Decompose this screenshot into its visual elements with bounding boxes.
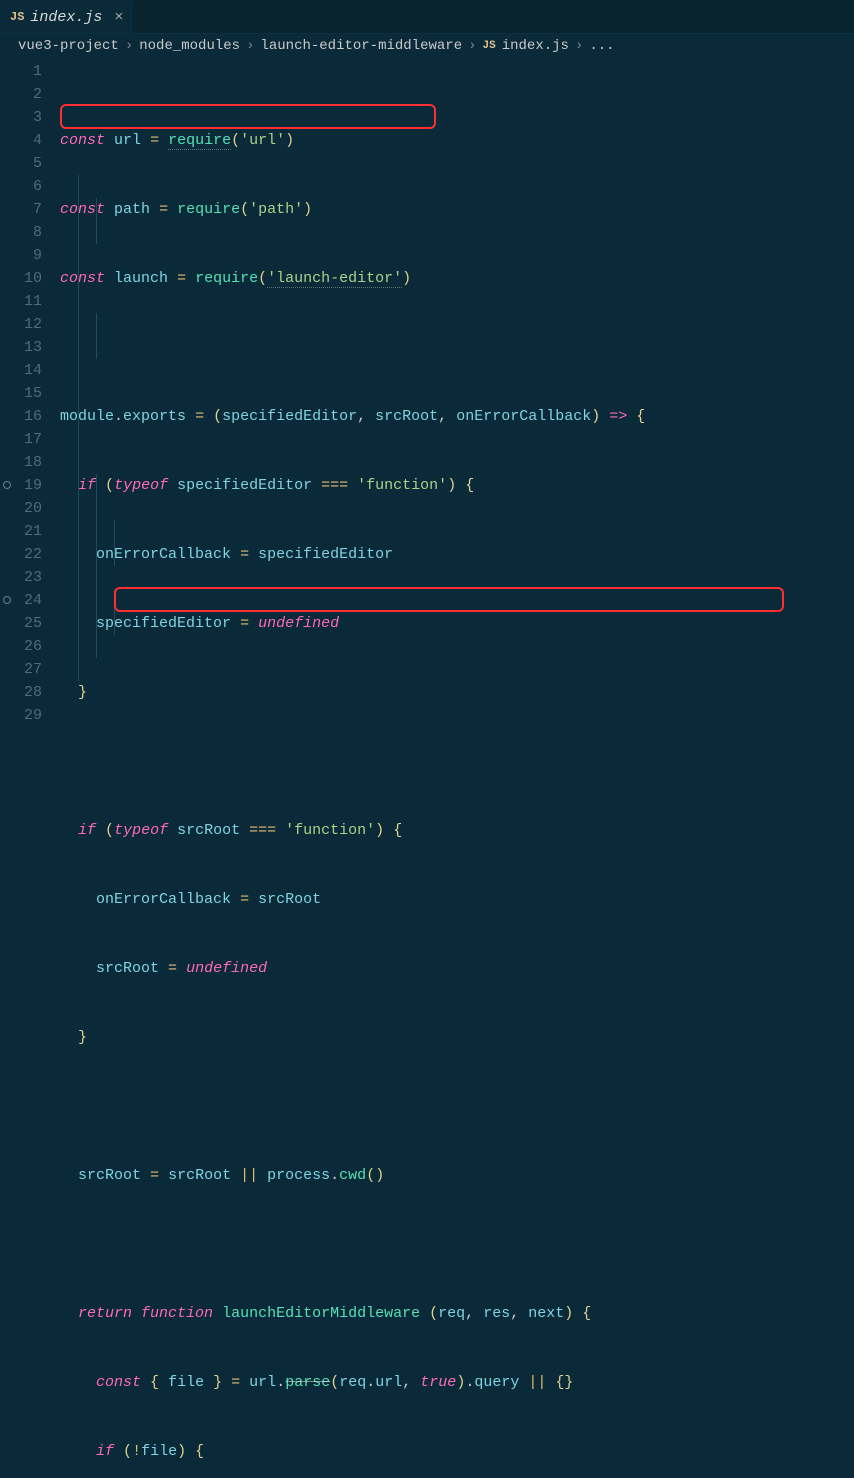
line-number: 26	[0, 635, 42, 658]
breadcrumb[interactable]: vue3-project › node_modules › launch-edi…	[0, 34, 854, 58]
line-number: 12	[0, 313, 42, 336]
highlight-box	[114, 587, 784, 612]
line-number: 17	[0, 428, 42, 451]
chevron-right-icon: ›	[575, 38, 583, 54]
js-file-icon: JS	[10, 10, 24, 24]
line-number: 28	[0, 681, 42, 704]
chevron-right-icon: ›	[246, 38, 254, 54]
breakpoint-icon[interactable]	[3, 596, 11, 604]
tab-filename: index.js	[30, 9, 102, 26]
line-number: 25	[0, 612, 42, 635]
js-file-icon: JS	[483, 40, 496, 52]
line-number: 19	[0, 474, 42, 497]
code-editor[interactable]: 1234567891011121314151617181920212223242…	[0, 58, 854, 1478]
line-number: 23	[0, 566, 42, 589]
line-number: 21	[0, 520, 42, 543]
line-number: 11	[0, 290, 42, 313]
line-number: 2	[0, 83, 42, 106]
line-number: 24	[0, 589, 42, 612]
tab-bar: JS index.js ×	[0, 0, 854, 34]
line-number: 3	[0, 106, 42, 129]
line-number: 22	[0, 543, 42, 566]
line-number: 10	[0, 267, 42, 290]
line-number: 27	[0, 658, 42, 681]
line-number: 7	[0, 198, 42, 221]
line-number: 4	[0, 129, 42, 152]
line-number: 5	[0, 152, 42, 175]
line-number: 9	[0, 244, 42, 267]
line-number: 16	[0, 405, 42, 428]
highlight-box	[60, 104, 436, 129]
line-number: 18	[0, 451, 42, 474]
breakpoint-icon[interactable]	[3, 481, 11, 489]
line-number: 14	[0, 359, 42, 382]
chevron-right-icon: ›	[125, 38, 133, 54]
close-icon[interactable]: ×	[114, 9, 123, 26]
breadcrumb-part[interactable]: node_modules	[139, 38, 240, 54]
line-number: 8	[0, 221, 42, 244]
line-number: 1	[0, 60, 42, 83]
line-number: 13	[0, 336, 42, 359]
breadcrumb-part[interactable]: launch-editor-middleware	[260, 38, 462, 54]
chevron-right-icon: ›	[468, 38, 476, 54]
line-number: 20	[0, 497, 42, 520]
line-number: 15	[0, 382, 42, 405]
code-area[interactable]: const url = require('url') const path = …	[60, 60, 854, 1478]
line-number-gutter: 1234567891011121314151617181920212223242…	[0, 60, 60, 1478]
breadcrumb-file[interactable]: index.js	[502, 38, 569, 54]
line-number: 6	[0, 175, 42, 198]
breadcrumb-part[interactable]: vue3-project	[18, 38, 119, 54]
breadcrumb-trail: ...	[589, 38, 614, 54]
editor-tab-active[interactable]: JS index.js ×	[0, 0, 134, 33]
line-number: 29	[0, 704, 42, 727]
